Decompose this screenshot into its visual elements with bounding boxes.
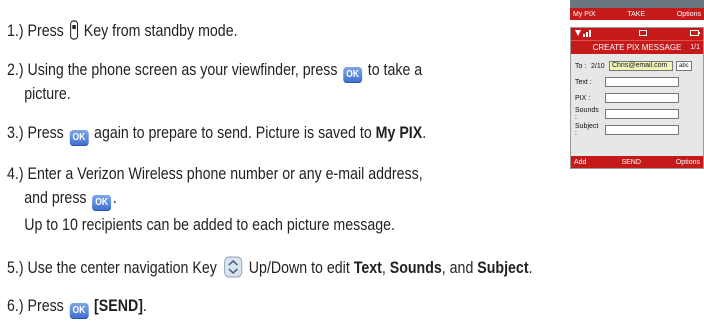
subject-label: Subject : bbox=[575, 123, 599, 137]
pix-row: PIX : bbox=[571, 90, 703, 106]
compose-title-bar: CREATE PIX MESSAGE 1/1 bbox=[571, 40, 703, 54]
phone-viewfinder-strip bbox=[570, 0, 704, 8]
nav-updown-key-icon bbox=[223, 256, 242, 283]
step-4-line3: Up to 10 recipients can be added to each… bbox=[24, 216, 395, 234]
step-4-line2: and press OK. bbox=[7, 188, 117, 211]
softkey-add[interactable]: Add bbox=[574, 159, 586, 166]
step-4: 4.) Enter a Verizon Wireless phone numbe… bbox=[7, 165, 423, 183]
softkey-left[interactable]: My PIX bbox=[573, 11, 596, 18]
softkey-send[interactable]: SEND bbox=[621, 159, 640, 166]
sounds-label: Sounds : bbox=[575, 107, 599, 121]
phone-camera-screen: My PIX TAKE Options bbox=[570, 0, 704, 20]
battery-icon bbox=[690, 30, 700, 38]
step-3-mid: again to prepare to send. Picture is sav… bbox=[94, 124, 372, 142]
message-icon bbox=[639, 30, 647, 38]
step-3-before: 3.) Press bbox=[7, 124, 64, 142]
step-2-line2: picture. bbox=[24, 85, 71, 103]
step-5: 5.) Use the center navigation Key Up/Dow… bbox=[7, 256, 533, 283]
input-mode: abc bbox=[676, 61, 692, 71]
signal-icon bbox=[574, 29, 596, 39]
softkey-center[interactable]: TAKE bbox=[627, 11, 645, 18]
ok-key-icon: OK bbox=[69, 130, 89, 146]
pix-label: PIX : bbox=[575, 94, 591, 102]
compose-softkey-bar: Add SEND Options bbox=[571, 156, 703, 168]
subject-row: Subject : bbox=[571, 122, 703, 138]
step-5-mid: Up/Down to edit bbox=[248, 259, 350, 277]
compose-title: CREATE PIX MESSAGE bbox=[592, 43, 682, 52]
sounds-row: Sounds : bbox=[571, 106, 703, 122]
subject-field[interactable] bbox=[605, 125, 679, 135]
step-6: 6.) Press OK [SEND]. bbox=[7, 296, 147, 319]
step-5-bold-sounds: Sounds bbox=[389, 259, 442, 277]
step-1-text-before: 1.) Press bbox=[7, 22, 64, 40]
step-3: 3.) Press OK again to prepare to send. P… bbox=[7, 123, 426, 146]
to-count: 2/10 bbox=[591, 62, 605, 70]
step-2-line1b: to take a bbox=[367, 61, 423, 79]
step-4-line2-end: . bbox=[112, 189, 117, 207]
step-3-end: . bbox=[422, 124, 427, 142]
phone-softkey-bar: My PIX TAKE Options bbox=[570, 8, 704, 20]
step-6-bold: [SEND] bbox=[94, 297, 143, 315]
text-row: Text : bbox=[571, 74, 703, 90]
softkey-right[interactable]: Options bbox=[677, 11, 701, 18]
phone-status-bar bbox=[571, 28, 703, 40]
camera-key-icon bbox=[69, 20, 78, 45]
step-1-text-after: Key from standby mode. bbox=[83, 22, 238, 40]
step-5-and: , and bbox=[441, 259, 474, 277]
phone-compose-screen: CREATE PIX MESSAGE 1/1 To : 2/10 Chris@e… bbox=[570, 27, 704, 169]
step-3-bold: My PIX bbox=[375, 124, 423, 142]
softkey-options[interactable]: Options bbox=[676, 159, 700, 166]
step-2: 2.) Using the phone screen as your viewf… bbox=[7, 60, 422, 83]
step-6-end: . bbox=[142, 297, 147, 315]
step-5-bold-subject: Subject bbox=[477, 259, 529, 277]
pix-field[interactable] bbox=[605, 93, 679, 103]
ok-key-icon: OK bbox=[69, 303, 89, 319]
step-2-line1a: 2.) Using the phone screen as your viewf… bbox=[7, 61, 338, 79]
step-5-bold-text: Text bbox=[353, 259, 382, 277]
step-5-before: 5.) Use the center navigation Key bbox=[7, 259, 217, 277]
step-5-end: . bbox=[528, 259, 533, 277]
step-6-before: 6.) Press bbox=[7, 297, 64, 315]
text-label: Text : bbox=[575, 78, 592, 86]
to-row: To : 2/10 Chris@email.com abc bbox=[571, 58, 703, 74]
to-field[interactable]: Chris@email.com bbox=[609, 61, 673, 71]
sounds-field[interactable] bbox=[605, 109, 679, 119]
ok-key-icon: OK bbox=[92, 195, 112, 211]
to-label: To : bbox=[575, 62, 587, 70]
text-field[interactable] bbox=[605, 77, 679, 87]
step-4-line2-text: and press bbox=[24, 189, 87, 207]
page-indicator: 1/1 bbox=[690, 44, 700, 51]
ok-key-icon: OK bbox=[343, 67, 363, 83]
step-5-comma: , bbox=[381, 259, 386, 277]
step-1: 1.) Press Key from standby mode. bbox=[7, 20, 238, 45]
